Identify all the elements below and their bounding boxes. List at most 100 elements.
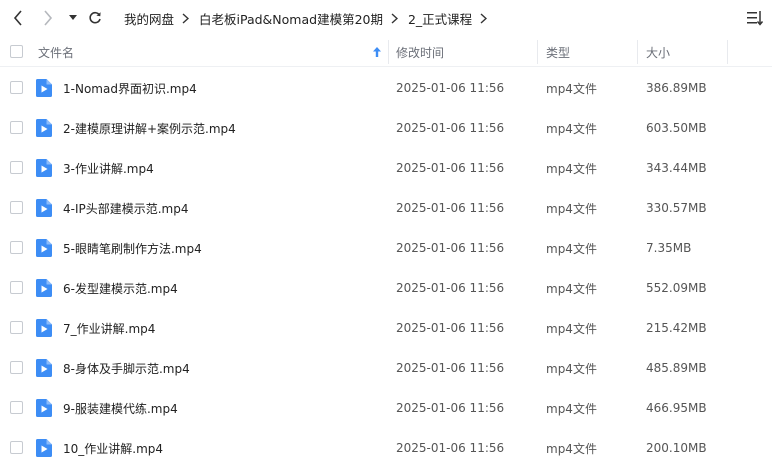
video-file-icon [36,319,52,337]
file-modified: 2025-01-06 11:56 [396,161,505,175]
row-checkbox[interactable] [10,81,23,94]
file-name[interactable]: 9-服装建模代练.mp4 [63,388,178,428]
file-name[interactable]: 4-IP头部建模示范.mp4 [63,188,189,228]
file-type: mp4文件 [546,401,597,416]
refresh-icon [89,11,101,24]
file-row[interactable]: 4-IP头部建模示范.mp4 2025-01-06 11:56 mp4文件 33… [0,188,772,228]
file-size: 215.42MB [646,321,707,335]
forward-button[interactable] [38,8,58,28]
video-file-icon [36,359,52,377]
chevron-right-icon [182,12,190,24]
file-size: 466.95MB [646,401,707,415]
file-row[interactable]: 10_作业讲解.mp4 2025-01-06 11:56 mp4文件 200.1… [0,428,772,468]
back-button[interactable] [8,8,28,28]
file-type: mp4文件 [546,81,597,96]
row-checkbox[interactable] [10,281,23,294]
file-row[interactable]: 7_作业讲解.mp4 2025-01-06 11:56 mp4文件 215.42… [0,308,772,348]
row-checkbox[interactable] [10,361,23,374]
column-divider[interactable] [537,40,538,64]
row-checkbox[interactable] [10,161,23,174]
file-modified: 2025-01-06 11:56 [396,401,505,415]
file-row[interactable]: 2-建模原理讲解+案例示范.mp4 2025-01-06 11:56 mp4文件… [0,108,772,148]
video-file-icon [36,439,52,457]
select-all-checkbox[interactable] [10,45,23,58]
file-type: mp4文件 [546,241,597,256]
file-name[interactable]: 10_作业讲解.mp4 [63,428,163,468]
row-checkbox[interactable] [10,201,23,214]
view-options-button[interactable] [746,9,764,27]
row-checkbox[interactable] [10,121,23,134]
file-size: 386.89MB [646,81,707,95]
video-file-icon [36,119,52,137]
file-row[interactable]: 5-眼睛笔刷制作方法.mp4 2025-01-06 11:56 mp4文件 7.… [0,228,772,268]
breadcrumb-item-current[interactable]: 2_正式课程 [408,9,472,28]
column-header-size[interactable]: 大小 [646,37,726,67]
video-file-icon [36,239,52,257]
column-header-modified-label: 修改时间 [396,45,445,60]
file-modified: 2025-01-06 11:56 [396,241,505,255]
file-size: 7.35MB [646,241,692,255]
file-type: mp4文件 [546,361,597,376]
chevron-left-icon [13,10,22,26]
column-header-type[interactable]: 类型 [546,37,632,67]
file-name[interactable]: 8-身体及手脚示范.mp4 [63,348,190,388]
row-checkbox[interactable] [10,441,23,454]
file-size: 343.44MB [646,161,707,175]
file-name[interactable]: 2-建模原理讲解+案例示范.mp4 [63,108,236,148]
file-row[interactable]: 3-作业讲解.mp4 2025-01-06 11:56 mp4文件 343.44… [0,148,772,188]
file-name[interactable]: 5-眼睛笔刷制作方法.mp4 [63,228,202,268]
file-row[interactable]: 9-服装建模代练.mp4 2025-01-06 11:56 mp4文件 466.… [0,388,772,428]
column-header-modified[interactable]: 修改时间 [396,37,534,67]
chevron-right-icon [391,12,399,24]
file-type: mp4文件 [546,321,597,336]
video-file-icon [36,279,52,297]
file-size: 552.09MB [646,281,707,295]
column-header-type-label: 类型 [546,45,571,60]
file-name[interactable]: 7_作业讲解.mp4 [63,308,155,348]
file-row[interactable]: 6-发型建模示范.mp4 2025-01-06 11:56 mp4文件 552.… [0,268,772,308]
column-divider[interactable] [637,40,638,64]
file-type: mp4文件 [546,281,597,296]
file-modified: 2025-01-06 11:56 [396,321,505,335]
breadcrumb-item-course[interactable]: 白老板iPad&Nomad建模第20期 [199,9,383,28]
file-list-header: 文件名 修改时间 类型 大小 [0,37,772,67]
file-name[interactable]: 1-Nomad界面初识.mp4 [63,68,197,108]
file-size: 200.10MB [646,441,707,455]
chevron-right-icon [44,10,53,26]
file-size: 330.57MB [646,201,707,215]
chevron-right-icon [480,12,488,24]
file-name[interactable]: 6-发型建模示范.mp4 [63,268,178,308]
toolbar: 我的网盘 白老板iPad&Nomad建模第20期 2_正式课程 [0,0,772,36]
file-size: 603.50MB [646,121,707,135]
file-modified: 2025-01-06 11:56 [396,81,505,95]
file-size: 485.89MB [646,361,707,375]
row-checkbox[interactable] [10,321,23,334]
file-row[interactable]: 8-身体及手脚示范.mp4 2025-01-06 11:56 mp4文件 485… [0,348,772,388]
file-type: mp4文件 [546,201,597,216]
video-file-icon [36,399,52,417]
file-modified: 2025-01-06 11:56 [396,121,505,135]
file-name[interactable]: 3-作业讲解.mp4 [63,148,154,188]
file-modified: 2025-01-06 11:56 [396,361,505,375]
column-header-name[interactable]: 文件名 [38,37,386,67]
row-checkbox[interactable] [10,401,23,414]
file-row[interactable]: 1-Nomad界面初识.mp4 2025-01-06 11:56 mp4文件 3… [0,68,772,108]
breadcrumb: 我的网盘 白老板iPad&Nomad建模第20期 2_正式课程 [124,8,497,28]
video-file-icon [36,159,52,177]
sort-arrow-up-icon [373,47,381,57]
column-header-size-label: 大小 [646,45,671,60]
column-header-name-label: 文件名 [38,45,75,60]
file-modified: 2025-01-06 11:56 [396,201,505,215]
file-type: mp4文件 [546,121,597,136]
video-file-icon [36,199,52,217]
file-modified: 2025-01-06 11:56 [396,281,505,295]
column-divider[interactable] [388,40,389,64]
file-type: mp4文件 [546,441,597,456]
row-checkbox[interactable] [10,241,23,254]
history-dropdown-button[interactable] [66,8,80,28]
video-file-icon [36,79,52,97]
file-modified: 2025-01-06 11:56 [396,441,505,455]
breadcrumb-item-my-drive[interactable]: 我的网盘 [124,9,174,28]
column-divider[interactable] [727,40,728,64]
refresh-button[interactable] [85,8,105,28]
